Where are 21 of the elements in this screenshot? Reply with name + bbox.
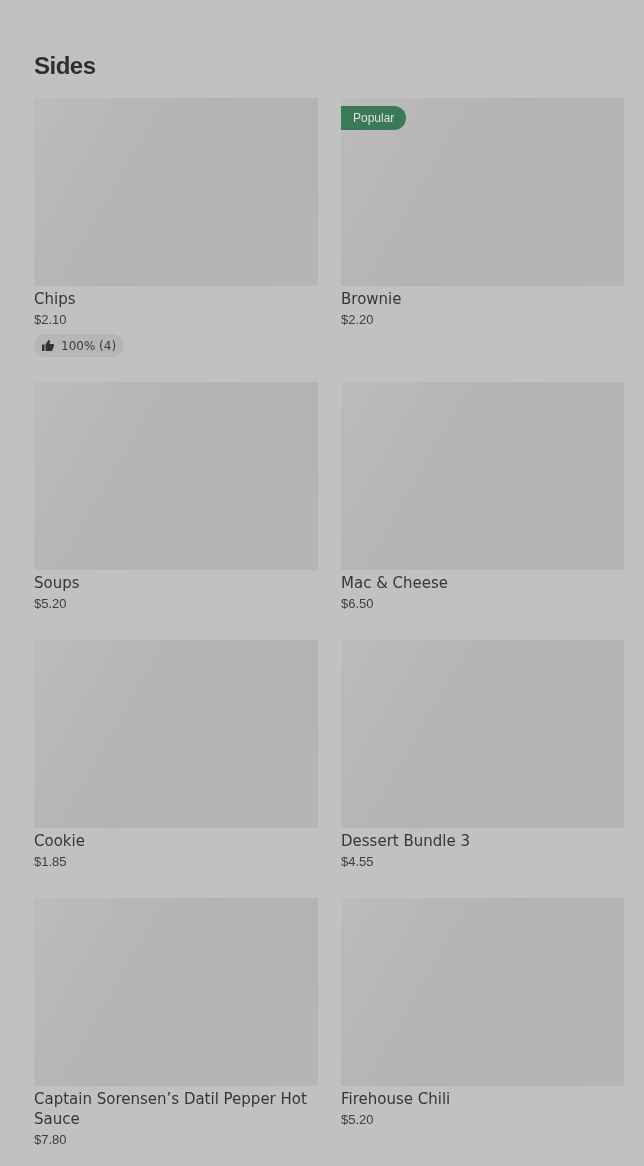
rating-text: 100% (4) — [61, 338, 117, 353]
item-name: Chips — [34, 289, 76, 309]
thumbs-up-icon — [42, 340, 54, 351]
item-price: $2.20 — [341, 311, 374, 329]
item-price: $5.20 — [34, 595, 67, 613]
item-name: Captain Sorensen’s Datil Pepper Hot Sauce — [34, 1089, 308, 1129]
item-price: $6.50 — [341, 595, 374, 613]
item-name: Dessert Bundle 3 — [341, 831, 470, 851]
popular-badge: Popular — [341, 106, 407, 130]
item-name: Soups — [34, 573, 80, 593]
item-price: $5.20 — [341, 1111, 374, 1129]
section-title: Sides — [34, 52, 97, 80]
item-price: $4.55 — [341, 853, 374, 871]
item-price: $2.10 — [34, 311, 67, 329]
image-placeholder[interactable]: Popular — [341, 98, 624, 286]
item-name: Mac & Cheese — [341, 573, 449, 593]
item-name: Brownie — [341, 289, 402, 309]
item-name: Cookie — [34, 831, 85, 851]
item-price: $1.85 — [34, 853, 67, 871]
item-name: Firehouse Chili — [341, 1089, 451, 1109]
item-price: $7.80 — [34, 1131, 67, 1149]
